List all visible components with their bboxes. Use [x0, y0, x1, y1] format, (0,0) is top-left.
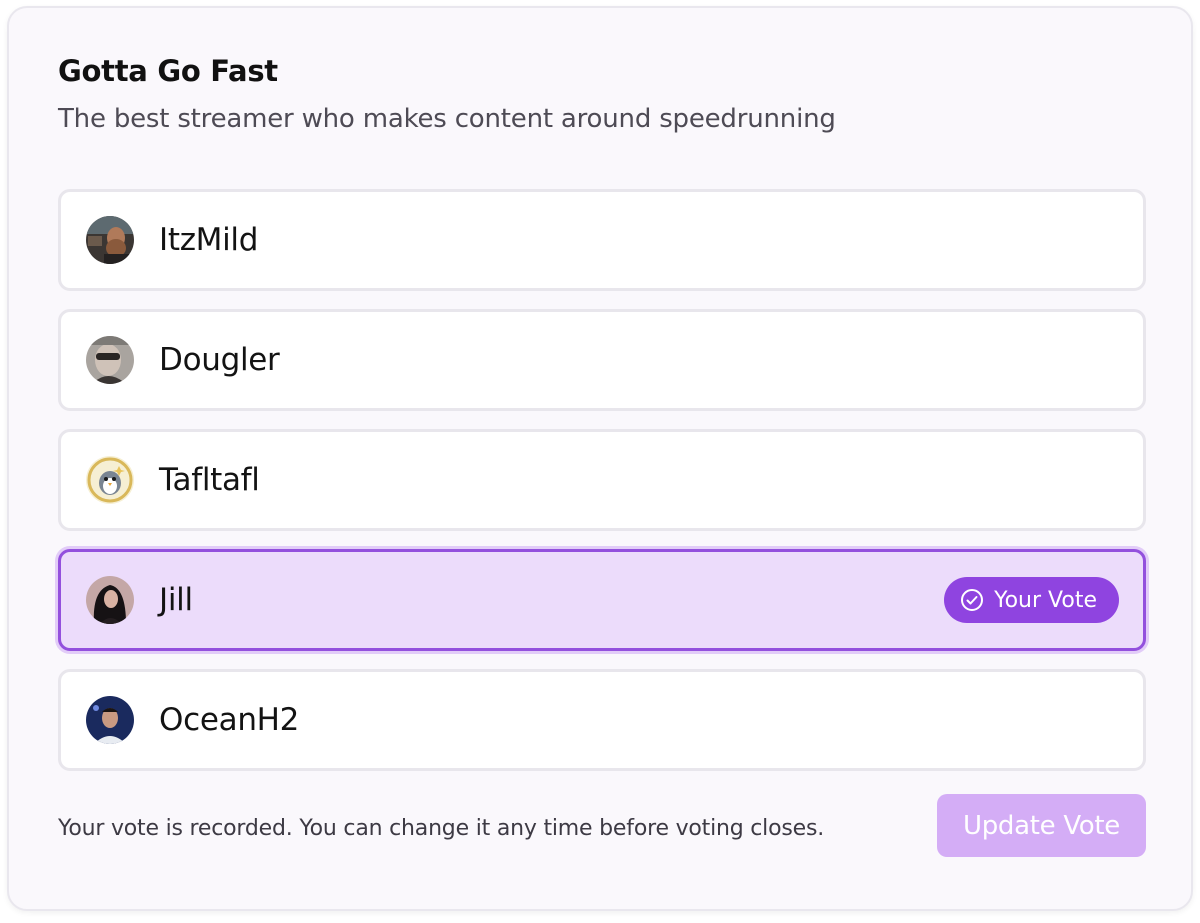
option-jill[interactable]: Jill Your Vote	[58, 549, 1146, 651]
option-name: ItzMild	[159, 222, 259, 258]
check-circle-icon	[961, 589, 984, 611]
option-name: Jill	[159, 582, 193, 618]
poll-subtitle: The best streamer who makes content arou…	[58, 104, 836, 134]
option-itzmild[interactable]: ItzMild	[58, 189, 1146, 291]
poll-card: Gotta Go Fast The best streamer who make…	[7, 6, 1193, 911]
poll-title: Gotta Go Fast	[58, 54, 278, 88]
option-name: Dougler	[159, 342, 280, 378]
option-dougler[interactable]: Dougler	[58, 309, 1146, 411]
your-vote-label: Your Vote	[994, 587, 1097, 613]
vote-recorded-note: Your vote is recorded. You can change it…	[58, 816, 825, 841]
dougler-avatar	[86, 336, 134, 384]
itzmild-avatar	[86, 216, 134, 264]
your-vote-badge: Your Vote	[944, 577, 1119, 623]
option-name: Tafltafl	[159, 462, 260, 498]
option-oceanh2[interactable]: OceanH2	[58, 669, 1146, 771]
oceanh2-avatar	[86, 696, 134, 744]
tafltafl-avatar	[86, 456, 134, 504]
option-tafltafl[interactable]: Tafltafl	[58, 429, 1146, 531]
option-name: OceanH2	[159, 702, 300, 738]
update-vote-button[interactable]: Update Vote	[937, 794, 1146, 857]
poll-options: ItzMild Dougler Tafltafl Jill Your Vote …	[58, 189, 1146, 789]
jill-avatar	[86, 576, 134, 624]
